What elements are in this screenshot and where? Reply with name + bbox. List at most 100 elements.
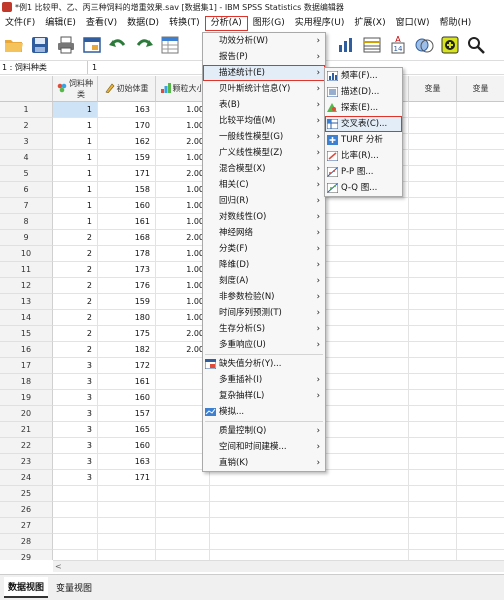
empty-cell[interactable] bbox=[409, 278, 457, 294]
analyze-menu-item[interactable]: 生存分析(S) › bbox=[203, 321, 325, 337]
empty-cell[interactable] bbox=[409, 150, 457, 166]
table-cell[interactable]: 3 bbox=[53, 454, 98, 470]
analyze-menu-item[interactable]: 贝叶斯统计信息(Y) › bbox=[203, 81, 325, 97]
analyze-menu-item[interactable]: 多重响应(U) › bbox=[203, 337, 325, 353]
table-cell[interactable]: 161 bbox=[98, 214, 156, 230]
table-cell[interactable] bbox=[98, 550, 156, 560]
empty-cell[interactable] bbox=[457, 486, 504, 502]
empty-cell[interactable] bbox=[457, 438, 504, 454]
table-cell[interactable]: 160 bbox=[98, 438, 156, 454]
table-cell[interactable]: 1 bbox=[53, 166, 98, 182]
menu-3[interactable]: 数据(D) bbox=[122, 16, 164, 31]
empty-cell[interactable] bbox=[457, 470, 504, 486]
empty-cell[interactable] bbox=[210, 470, 409, 486]
table-cell[interactable]: 1 bbox=[53, 182, 98, 198]
analyze-menu-item[interactable]: 回归(R) › bbox=[203, 193, 325, 209]
empty-cell[interactable] bbox=[457, 134, 504, 150]
table-cell[interactable] bbox=[156, 534, 210, 550]
descriptive-menu-item[interactable]: 探索(E)... bbox=[325, 100, 402, 116]
empty-cell[interactable] bbox=[457, 166, 504, 182]
table-cell[interactable]: 163 bbox=[98, 454, 156, 470]
row-number[interactable]: 11 bbox=[0, 262, 53, 278]
row-number[interactable]: 23 bbox=[0, 454, 53, 470]
table-cell[interactable]: 176 bbox=[98, 278, 156, 294]
empty-cell[interactable] bbox=[409, 550, 457, 560]
analyze-menu-item[interactable]: 对数线性(O) › bbox=[203, 209, 325, 225]
analyze-menu-item[interactable]: 分类(F) › bbox=[203, 241, 325, 257]
table-cell[interactable] bbox=[53, 486, 98, 502]
table-cell[interactable]: 161 bbox=[98, 374, 156, 390]
table-cell[interactable]: 1 bbox=[53, 118, 98, 134]
table-cell[interactable]: 157 bbox=[98, 406, 156, 422]
analyze-menu-item[interactable]: 一般线性模型(G) › bbox=[203, 129, 325, 145]
empty-cell[interactable] bbox=[409, 246, 457, 262]
empty-cell[interactable] bbox=[457, 406, 504, 422]
empty-cell[interactable] bbox=[409, 294, 457, 310]
analyze-menu-item[interactable]: 比较平均值(M) › bbox=[203, 113, 325, 129]
row-number[interactable]: 6 bbox=[0, 182, 53, 198]
row-number[interactable]: 26 bbox=[0, 502, 53, 518]
row-number[interactable]: 5 bbox=[0, 166, 53, 182]
table-cell[interactable]: 2 bbox=[53, 294, 98, 310]
analyze-menu-item[interactable]: 功效分析(W) › bbox=[203, 33, 325, 49]
analyze-menu-item[interactable]: 报告(P) › bbox=[203, 49, 325, 65]
analyze-menu-item[interactable]: 复杂抽样(L) › bbox=[203, 388, 325, 404]
empty-cell[interactable] bbox=[457, 502, 504, 518]
table-cell[interactable]: 171 bbox=[98, 470, 156, 486]
descriptive-menu-item[interactable]: P-P 图... bbox=[325, 164, 402, 180]
analyze-menu-item[interactable]: 混合模型(X) › bbox=[203, 161, 325, 177]
row-number[interactable]: 29 bbox=[0, 550, 53, 560]
row-number[interactable]: 9 bbox=[0, 230, 53, 246]
column-header-variable[interactable]: 变量 bbox=[409, 76, 457, 102]
empty-cell[interactable] bbox=[409, 390, 457, 406]
table-cell[interactable] bbox=[53, 502, 98, 518]
empty-cell[interactable] bbox=[409, 166, 457, 182]
empty-cell[interactable] bbox=[409, 102, 457, 118]
empty-cell[interactable] bbox=[409, 118, 457, 134]
table-cell[interactable]: 2 bbox=[53, 262, 98, 278]
table-cell[interactable]: 180 bbox=[98, 310, 156, 326]
empty-cell[interactable] bbox=[409, 486, 457, 502]
row-number[interactable]: 8 bbox=[0, 214, 53, 230]
analyze-menu-item[interactable]: 模拟... bbox=[203, 404, 325, 420]
empty-cell[interactable] bbox=[409, 342, 457, 358]
menu-10[interactable]: 帮助(H) bbox=[435, 16, 477, 31]
table-cell[interactable]: 162 bbox=[98, 134, 156, 150]
analyze-menu-item[interactable]: 描述统计(E) › bbox=[203, 65, 325, 81]
row-number[interactable]: 14 bbox=[0, 310, 53, 326]
grid-corner[interactable] bbox=[0, 76, 53, 102]
chart-builder-icon[interactable] bbox=[334, 34, 358, 56]
table-cell[interactable]: 182 bbox=[98, 342, 156, 358]
row-number[interactable]: 27 bbox=[0, 518, 53, 534]
empty-cell[interactable] bbox=[457, 374, 504, 390]
empty-cell[interactable] bbox=[457, 310, 504, 326]
table-cell[interactable]: 1 bbox=[53, 150, 98, 166]
empty-cell[interactable] bbox=[409, 326, 457, 342]
empty-cell[interactable] bbox=[457, 118, 504, 134]
table-cell[interactable] bbox=[53, 518, 98, 534]
empty-cell[interactable] bbox=[457, 214, 504, 230]
table-cell[interactable]: 2 bbox=[53, 278, 98, 294]
row-number[interactable]: 2 bbox=[0, 118, 53, 134]
row-number[interactable]: 22 bbox=[0, 438, 53, 454]
analyze-menu-item[interactable]: 神经网络 › bbox=[203, 225, 325, 241]
row-number[interactable]: 12 bbox=[0, 278, 53, 294]
empty-cell[interactable] bbox=[409, 214, 457, 230]
row-number[interactable]: 25 bbox=[0, 486, 53, 502]
table-cell[interactable]: 173 bbox=[98, 262, 156, 278]
menu-4[interactable]: 转换(T) bbox=[164, 16, 205, 31]
empty-cell[interactable] bbox=[409, 422, 457, 438]
column-header[interactable]: 饲料种 类 bbox=[53, 76, 98, 102]
table-cell[interactable] bbox=[156, 502, 210, 518]
empty-cell[interactable] bbox=[457, 182, 504, 198]
search-icon[interactable] bbox=[464, 34, 488, 56]
table-cell[interactable] bbox=[98, 534, 156, 550]
table-cell[interactable]: 3 bbox=[53, 438, 98, 454]
table-cell[interactable]: 2 bbox=[53, 230, 98, 246]
analyze-menu-item[interactable]: 广义线性模型(Z) › bbox=[203, 145, 325, 161]
dialog-recall-icon[interactable] bbox=[80, 34, 104, 56]
empty-cell[interactable] bbox=[409, 534, 457, 550]
analyze-menu-item[interactable]: 质量控制(Q) › bbox=[203, 423, 325, 439]
empty-cell[interactable] bbox=[457, 198, 504, 214]
table-cell[interactable]: 3 bbox=[53, 470, 98, 486]
